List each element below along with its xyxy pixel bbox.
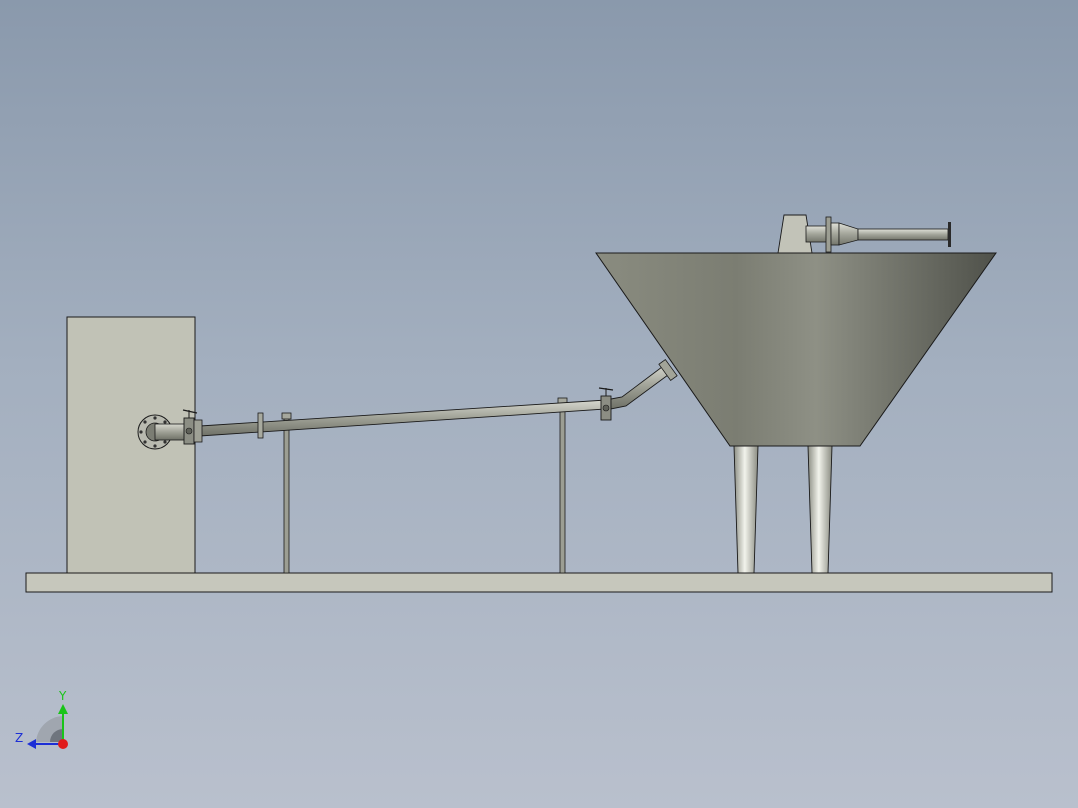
y-axis-label: Y (58, 689, 67, 703)
y-axis-arrow-icon (58, 704, 68, 714)
hopper-leg-1 (733, 445, 759, 574)
assembly-drawing: Y Z (15, 214, 1053, 749)
base-plate (25, 572, 1053, 593)
elbow-pipe (610, 358, 678, 410)
z-axis-label: Z (15, 731, 23, 745)
conical-hopper (595, 252, 997, 447)
top-nozzle (805, 216, 951, 253)
z-axis-arrow-icon (27, 739, 36, 749)
cabinet-box (66, 316, 196, 574)
hopper-leg-2 (807, 445, 833, 574)
pipe-support-1 (281, 412, 292, 574)
pipe-flange (257, 412, 264, 439)
pipe-support-2 (557, 397, 568, 574)
x-axis-dot-icon (58, 739, 68, 749)
axis-triad: Y Z (15, 689, 68, 749)
cad-viewport[interactable]: Y Z (0, 0, 1078, 808)
